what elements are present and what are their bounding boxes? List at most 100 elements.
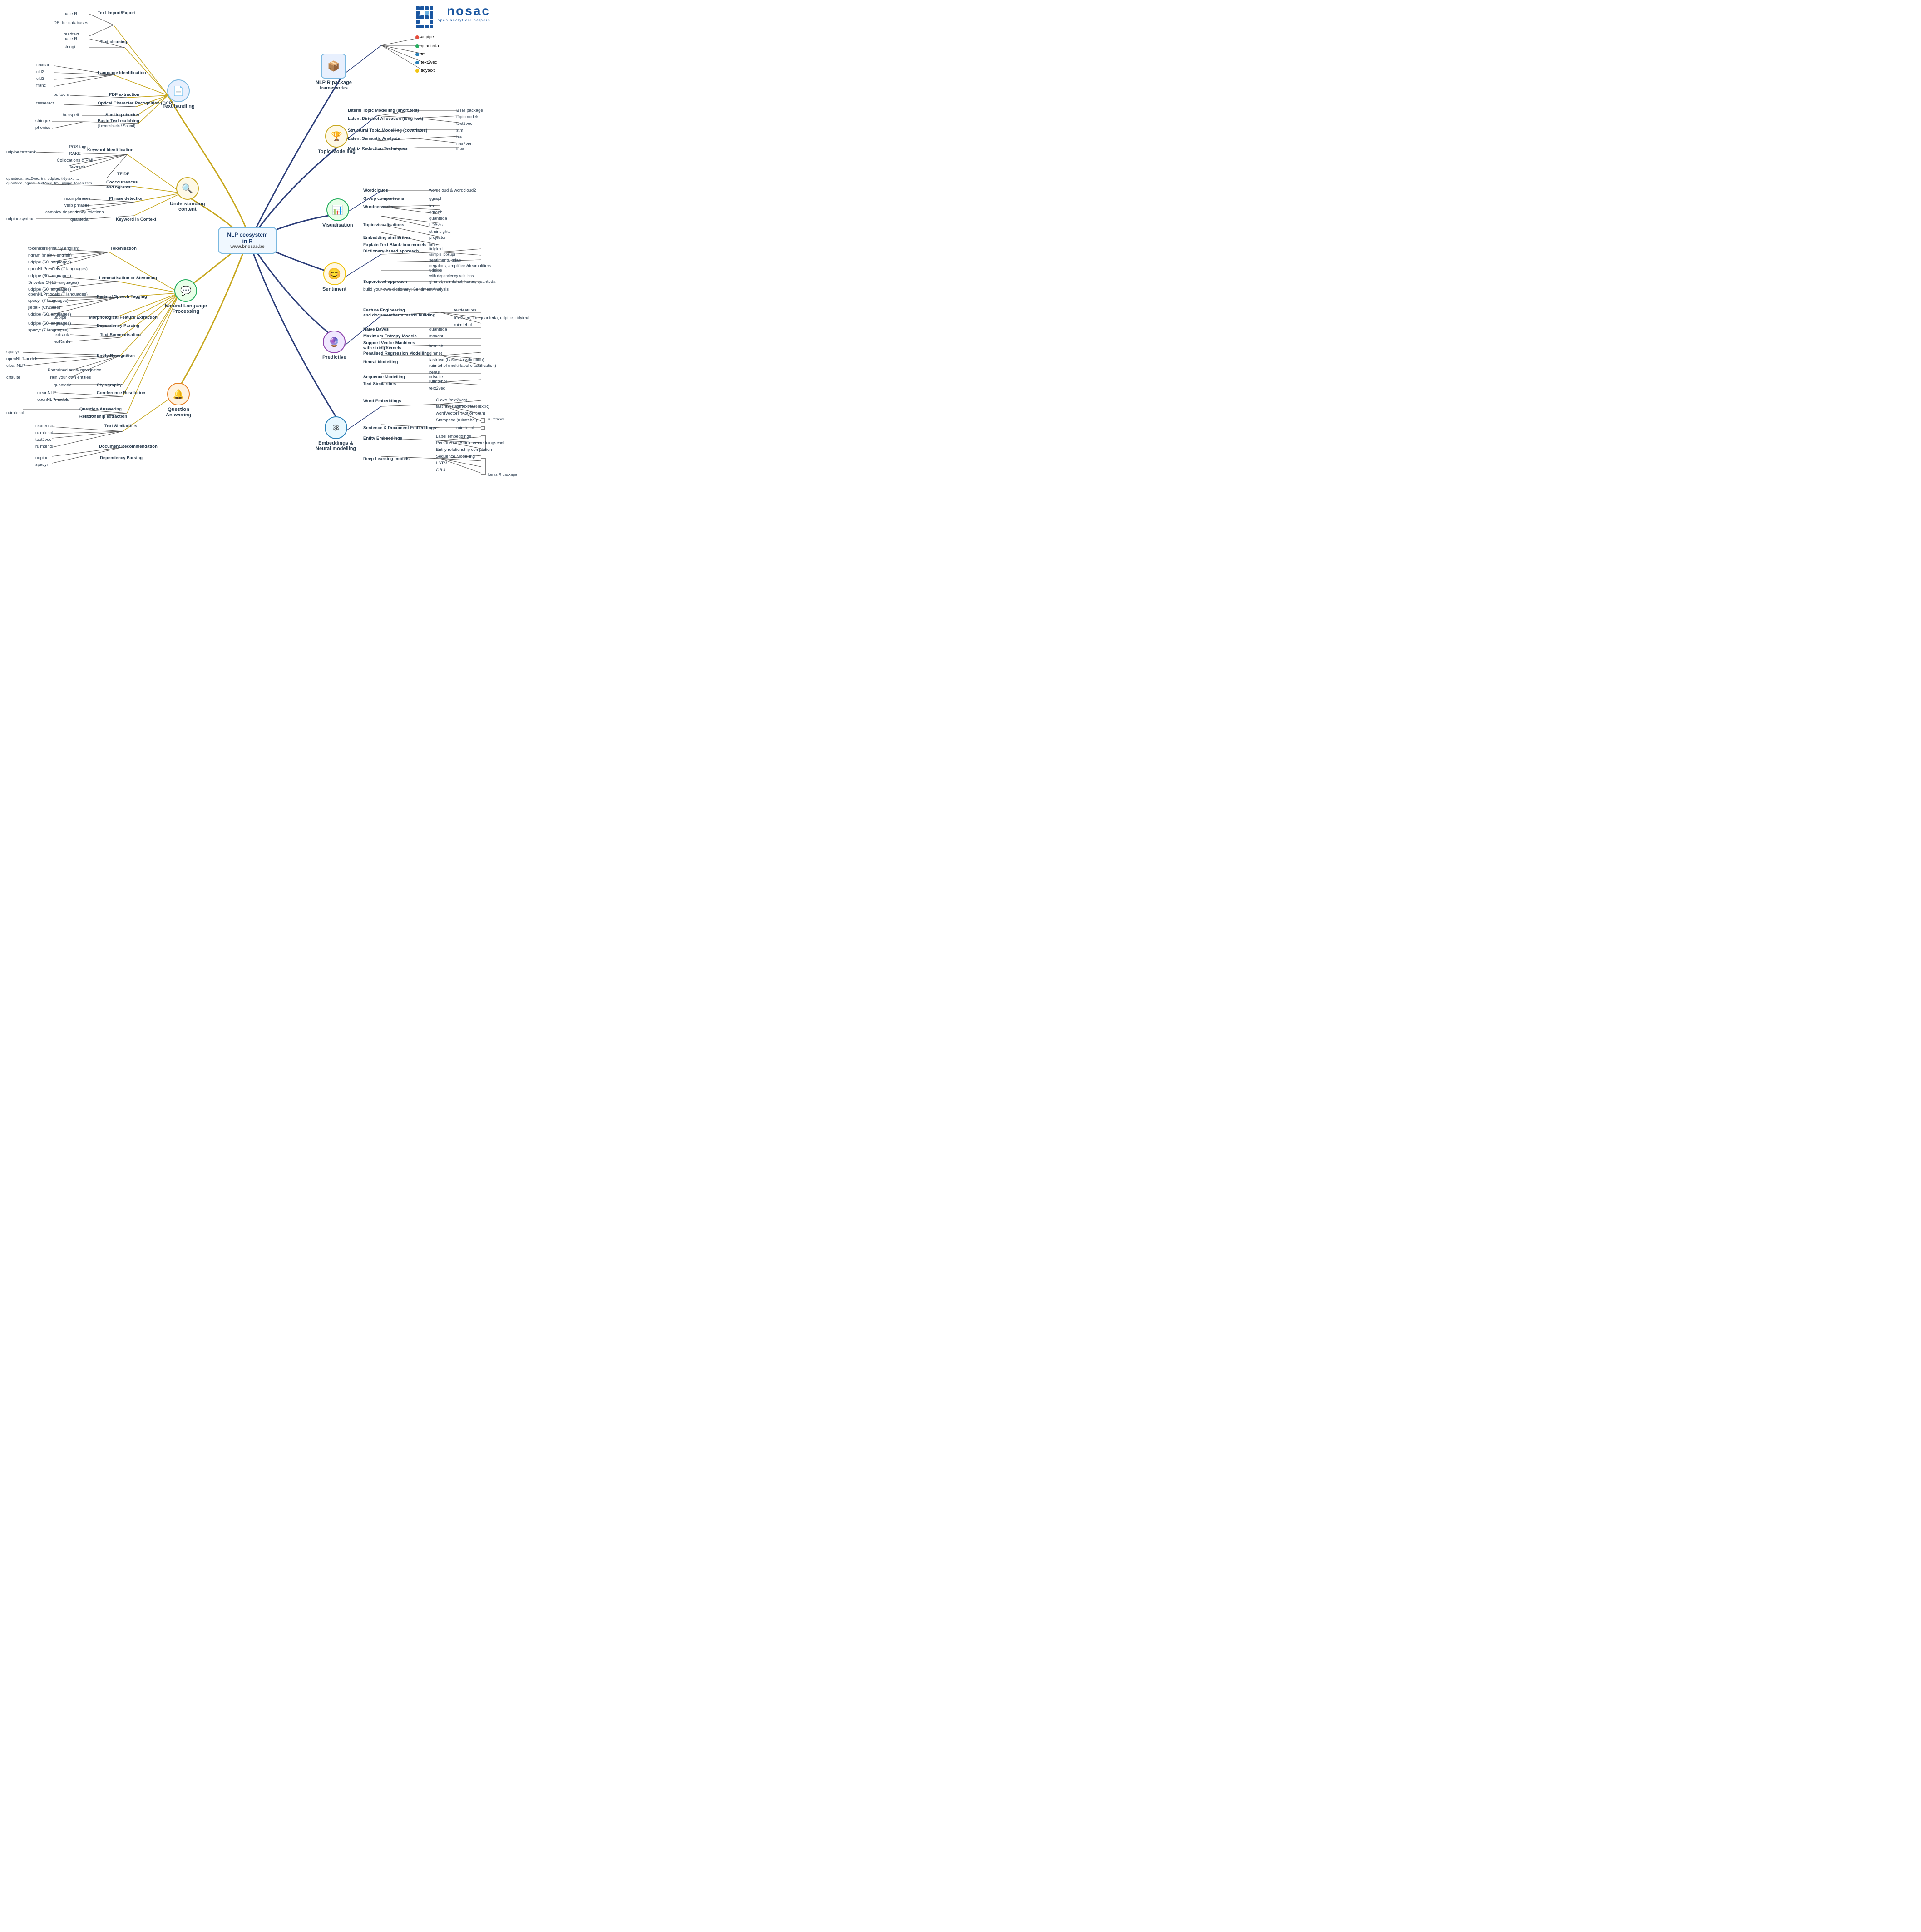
- text2vec-qa: text2vec: [35, 437, 51, 442]
- pkg-udpipe: udpipe: [415, 35, 434, 40]
- textfeatures-label: textfeatures: [454, 308, 477, 313]
- udpipe-dep: udpipe (60 languages): [28, 321, 71, 326]
- logo: nosac open analytical helpers: [416, 5, 490, 30]
- ruimtehol-emb2: ruimtehol: [456, 425, 474, 430]
- keyword-ctx-label: Keyword in Context: [116, 217, 156, 222]
- ggraph-1: ggraph: [429, 196, 443, 201]
- quanteda-etc-label: quanteda, text2vec, tm, udpipe, tidytext…: [6, 176, 79, 181]
- entity-rec-label: Entity Recognition: [97, 353, 135, 358]
- nlp-pkg-box: 📦 NLP R packageframeworks: [316, 54, 352, 91]
- glove-label: Glove (text2vec): [436, 398, 467, 403]
- tm-vis: tm: [429, 203, 434, 208]
- tokenizers-en: tokenizers (mainly english): [28, 246, 79, 251]
- tidytext-sent: tidytext: [429, 247, 443, 252]
- crfsuite-ent: crfsuite: [6, 375, 20, 380]
- logo-tagline: open analytical helpers: [438, 18, 490, 22]
- predictive-label: Predictive: [322, 355, 346, 360]
- deep-learning-label: Deep Learning models: [363, 456, 410, 461]
- explain-label: Explain Text Black-box models: [363, 242, 426, 247]
- sent-doc-emb-label: Sentence & Document Embeddings: [363, 425, 436, 430]
- tesseract-label: tesseract: [36, 101, 54, 106]
- lemma-label: Lemmatisation or Stemming: [99, 276, 157, 281]
- train-own: Train your own entities: [48, 375, 91, 380]
- openNLP-7-2: openNLPmodels (7 languages): [28, 292, 88, 297]
- center-line2: www.bnosac.be: [224, 244, 271, 249]
- feat-eng-label: Feature Engineeringand document/term mat…: [363, 308, 435, 318]
- base-r-1: base R: [64, 11, 77, 16]
- qa-label: QuestionAnswering: [166, 407, 191, 418]
- wordnet-label: Wordnetworks: [363, 204, 393, 209]
- stringi-label: stringi: [64, 44, 75, 49]
- openNLP-coref: openNLPmodels: [37, 397, 69, 402]
- logo-text: nosac: [438, 5, 490, 17]
- udpipe-60-2: udpipe (60 languages): [28, 273, 71, 278]
- center-line1: NLP ecosystem in R: [224, 232, 271, 244]
- rel-extract-label: Relationship extraction: [79, 414, 127, 419]
- wordvectors-label: wordVectors (not on cran): [436, 411, 485, 416]
- glmnet-pred: glmnet: [429, 351, 442, 356]
- biterm-label: Biterm Topic Modelling (short text): [348, 108, 419, 113]
- pdf-label: PDF extraction: [109, 92, 139, 97]
- emb-sim-label: Embedding similarities: [363, 235, 410, 240]
- pkg-tm: tm: [415, 52, 426, 57]
- pos-tags-label: POS tags: [69, 144, 88, 149]
- textcat-label: textcat: [36, 63, 49, 68]
- group-comp-label: Group comparisons: [363, 196, 404, 201]
- maxent-label: maxent: [429, 334, 443, 339]
- nlp-pkg-label: NLP R packageframeworks: [316, 80, 352, 91]
- fastrtext-label: fastrtext (basic classification): [429, 357, 484, 362]
- ngram-en: ngram (mainly english): [28, 253, 72, 258]
- entity-rel-label: Entity relationship completion: [436, 447, 492, 452]
- text-sim-pred: Text Similarities: [363, 381, 396, 386]
- base-r-2: base R: [64, 36, 77, 41]
- levenshtein-label: (Levenshtein / Sound): [98, 124, 135, 128]
- tokenisation-label: Tokenisation: [110, 246, 137, 251]
- starspace-label: Starspace (ruimtehol): [436, 418, 477, 423]
- text2vec-pkg-label: text2vec: [421, 60, 437, 65]
- seq-modelling-deep: Sequence Modelling: [436, 454, 475, 459]
- tidytext-pkg-label: tidytext: [421, 68, 435, 73]
- udpipe-morph: udpipe: [54, 315, 67, 320]
- udpipe-sent: udpipe: [429, 268, 442, 273]
- pdftools-label: pdftools: [54, 92, 69, 97]
- openNLP-7-1: openNLPmodels (7 languages): [28, 267, 88, 272]
- wordcloud-pkg: wordcloud & wordcloud2: [429, 188, 476, 193]
- phrase-det-label: Phrase detection: [109, 196, 144, 201]
- complex-dep: complex dependency relations: [45, 210, 104, 215]
- pretrained-label: Pretrained entity recognition: [48, 368, 101, 373]
- jiebaR: jiebaR (Chinese): [28, 305, 60, 310]
- topic-vis-label: Topic visualisations: [363, 222, 404, 227]
- understanding-box: 🔍 Understandingcontent: [170, 177, 205, 212]
- person-doc-label: Person/Doc/Article embeddings: [436, 440, 496, 445]
- dbi-label: DBI for databases: [54, 20, 88, 25]
- udpipe-textrank-label: udpipe/textrank: [6, 150, 36, 155]
- collocations-label: Collocations & PMI: [57, 158, 93, 163]
- vis-label: Visualisation: [322, 222, 353, 228]
- textrank-summ: textrank: [54, 332, 69, 337]
- udpipe-qa: udpipe: [35, 455, 49, 460]
- svm-label: Support Vector Machineswith string kerne…: [363, 341, 415, 351]
- gru-label: GRU: [436, 468, 445, 473]
- udpipe-60-3: udpipe (60 languages): [28, 287, 71, 292]
- udpipe-syntax: udpipe/syntax: [6, 217, 33, 222]
- spacyr-qa: spacyr: [35, 462, 48, 467]
- topicmodels-label: topicmodels: [456, 114, 479, 119]
- matrix-label: Matrix Reduction Techniques: [348, 146, 408, 151]
- max-entropy-label: Maximum Entropy Models: [363, 334, 417, 339]
- irlba-label: irlba: [456, 146, 464, 151]
- embeddings-box: ⚛ Embeddings &Neural modelling: [316, 416, 356, 451]
- kernlab-label: kernlab: [429, 344, 443, 349]
- spacyr-7-1: spacyr (7 languages): [28, 298, 69, 303]
- stminsights-label: stminsights: [429, 229, 451, 234]
- keras-deep: keras R package: [488, 472, 517, 477]
- understanding-label: Understandingcontent: [170, 201, 205, 212]
- quanteda-pkg-label: quanteda: [421, 44, 439, 49]
- cld2-label: cld2: [36, 69, 44, 74]
- lsa-label: Latent Semantic Analysis: [348, 136, 400, 141]
- spell-label: Spelling checker: [105, 113, 140, 118]
- LDAvis-label: LDAvis: [429, 222, 443, 227]
- snowball: SnowballC (15 languages): [28, 280, 79, 285]
- qa-box: 🔔 QuestionAnswering: [166, 383, 191, 418]
- quanteda-nb: quanteda: [429, 327, 447, 332]
- morph-label: Morphological Feature Extraction: [89, 315, 158, 320]
